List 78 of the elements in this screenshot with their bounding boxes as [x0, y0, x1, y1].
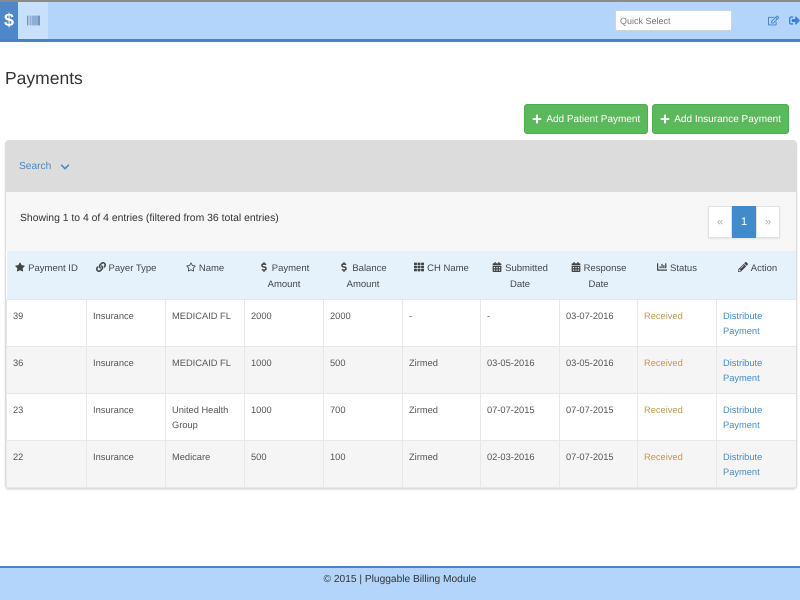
plus-icon — [660, 114, 670, 124]
sign-out-button[interactable] — [789, 15, 800, 26]
status-cell: Received — [638, 440, 716, 487]
page-button[interactable]: 1 — [732, 206, 756, 238]
link-icon — [96, 262, 106, 272]
sign-out-icon — [789, 15, 800, 26]
column-label: Balance Amount — [346, 263, 387, 290]
dollar-icon — [339, 262, 350, 272]
pencil-icon — [738, 262, 748, 272]
distribute-payment-link[interactable]: Distribute Payment — [723, 450, 792, 480]
column-label: Action — [750, 263, 778, 274]
app-logo: $ — [0, 2, 18, 39]
page-title: Payments — [5, 67, 83, 89]
table-cell: 23 — [6, 393, 86, 440]
add-payment-button[interactable]: Add Patient Payment — [524, 104, 648, 134]
calendar-icon — [492, 262, 502, 272]
table-cell: Zirmed — [402, 440, 480, 487]
table-cell: 2000 — [324, 299, 402, 346]
quick-select-field[interactable]: Quick Select — [615, 10, 732, 31]
calendar-icon — [570, 262, 581, 272]
barcode-icon — [26, 14, 40, 27]
status-cell: Received — [638, 299, 716, 346]
table-cell: 500 — [324, 346, 402, 393]
table-cell: United Health Group — [166, 393, 244, 440]
table-cell: 2000 — [244, 299, 324, 346]
column-label: Submitted Date — [505, 263, 548, 290]
table-cell: Insurance — [86, 346, 166, 393]
table-cell: MEDICAID FL — [166, 346, 244, 393]
table-cell: MEDICAID FL — [166, 299, 244, 346]
table-cell: Medicare — [166, 440, 244, 487]
distribute-payment-link[interactable]: Distribute Payment — [723, 402, 792, 432]
table-cell: Insurance — [86, 299, 166, 346]
grid-icon — [414, 262, 424, 272]
star-icon — [15, 262, 26, 272]
copyright-text: © 2015 | Pluggable Billing Module — [324, 574, 476, 585]
column-label: Payment ID — [28, 263, 78, 274]
table-cell: - — [402, 299, 480, 346]
column-label: Payment Amount — [268, 263, 310, 290]
add-payment-button[interactable]: Add Insurance Payment — [652, 104, 789, 134]
column-label: Payer Type — [108, 263, 156, 274]
bar-chart-icon — [657, 262, 668, 272]
column-label: Name — [198, 263, 224, 274]
entries-summary: Showing 1 to 4 of 4 entries (filtered from 36 total entries) — [20, 213, 279, 224]
dollar-icon — [258, 262, 269, 272]
table-cell: 1000 — [244, 346, 324, 393]
status-cell: Received — [638, 393, 716, 440]
column-label: Status — [670, 263, 697, 274]
table-cell: 03-05-2016 — [560, 346, 638, 393]
chevron-down-icon — [60, 162, 70, 172]
barcode-nav-button[interactable] — [18, 2, 48, 39]
table-cell: 07-07-2015 — [560, 393, 638, 440]
table-cell: Insurance — [86, 440, 166, 487]
table-cell: 39 — [6, 299, 86, 346]
edit-icon — [768, 15, 779, 26]
table-cell: - — [480, 299, 560, 346]
table-cell: 100 — [324, 440, 402, 487]
plus-icon — [532, 114, 542, 124]
table-cell: 02-03-2016 — [480, 440, 560, 487]
table-cell: 500 — [244, 440, 324, 487]
table-cell: 1000 — [244, 393, 324, 440]
table-cell: 07-07-2015 — [560, 440, 638, 487]
distribute-payment-link[interactable]: Distribute Payment — [723, 356, 792, 386]
table-cell: 07-07-2015 — [480, 393, 560, 440]
status-cell: Received — [638, 346, 716, 393]
table-cell: Zirmed — [402, 393, 480, 440]
column-label: Response Date — [584, 263, 626, 290]
star-outline-icon — [186, 262, 196, 272]
table-cell: 03-05-2016 — [480, 346, 560, 393]
table-cell: 03-07-2016 — [560, 299, 638, 346]
edit-button[interactable] — [768, 15, 779, 26]
table-cell: 22 — [6, 440, 86, 487]
table-cell: 36 — [6, 346, 86, 393]
table-cell: Insurance — [86, 393, 166, 440]
column-label: CH Name — [427, 263, 469, 274]
distribute-payment-link[interactable]: Distribute Payment — [723, 308, 792, 338]
search-toggle[interactable]: Search — [19, 161, 70, 172]
table-cell: 700 — [324, 393, 402, 440]
table-cell: Zirmed — [402, 346, 480, 393]
